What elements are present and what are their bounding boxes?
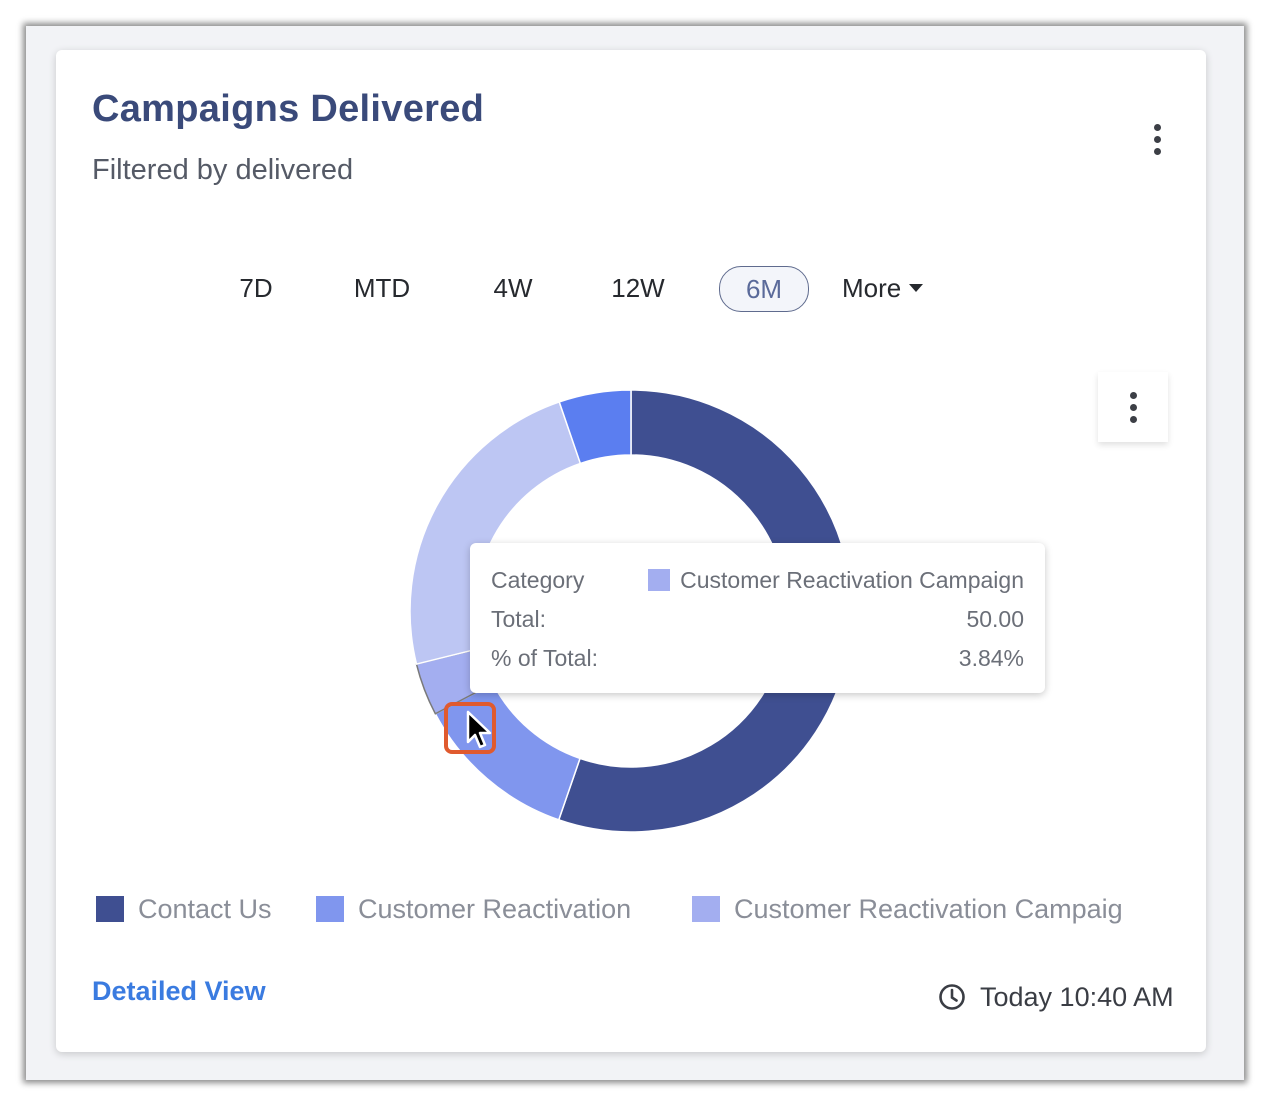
- tooltip-category-value: Customer Reactivation Campaign: [680, 567, 1024, 593]
- tooltip-total-label: Total:: [491, 606, 546, 632]
- legend-label: Contact Us: [138, 894, 272, 924]
- legend-swatch: [316, 895, 344, 922]
- legend-item-customer-reactivation-campaign[interactable]: Customer Reactivation Campaig: [692, 892, 1123, 926]
- legend-label: Customer Reactivation Campaig: [734, 894, 1123, 924]
- tooltip-category-label: Category: [491, 567, 585, 593]
- tooltip-pct-label: % of Total:: [491, 645, 598, 671]
- mouse-pointer-icon: [466, 710, 492, 749]
- tooltip-pct-value: 3.84%: [958, 645, 1024, 671]
- tooltip-total-value: 50.00: [966, 606, 1024, 632]
- clock-icon: [939, 984, 965, 1010]
- tooltip-category-value-wrap: Customer Reactivation Campaign: [648, 565, 1024, 595]
- legend-swatch: [692, 895, 720, 922]
- legend-label: Customer Reactivation: [358, 894, 632, 924]
- legend-swatch: [96, 895, 124, 922]
- legend-item-contact-us[interactable]: Contact Us: [96, 892, 272, 926]
- last-updated: Today 10:40 AM: [938, 980, 1174, 1014]
- detailed-view-link[interactable]: Detailed View: [92, 976, 266, 1007]
- timestamp-text: Today 10:40 AM: [980, 982, 1174, 1012]
- legend-item-customer-reactivation[interactable]: Customer Reactivation: [316, 892, 631, 926]
- tooltip-swatch: [648, 568, 671, 591]
- chart-tooltip: Category Customer Reactivation Campaign …: [470, 543, 1045, 693]
